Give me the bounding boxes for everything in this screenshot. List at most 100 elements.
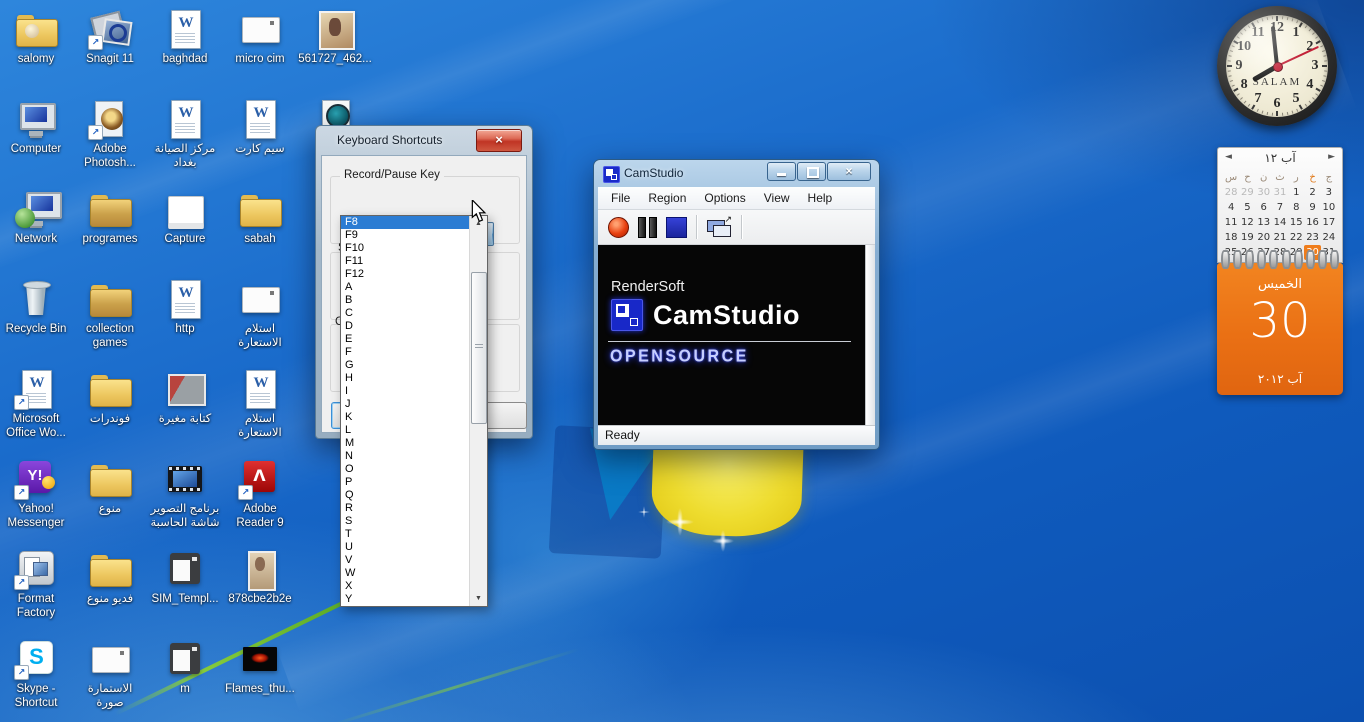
dropdown-item-u[interactable]: U: [341, 541, 487, 554]
desktop-icon-http[interactable]: http: [147, 278, 223, 337]
dropdown-item-i[interactable]: I: [341, 385, 487, 398]
desktop-icon-munawwa[interactable]: منوع: [72, 458, 148, 517]
desktop-icon-barnamij-altaswir[interactable]: برنامج التصوير شاشة الحاسبة: [147, 458, 223, 530]
scrollbar-thumb[interactable]: [471, 272, 487, 424]
pause-button[interactable]: [638, 217, 657, 238]
calendar-date-cell[interactable]: 5: [1239, 200, 1255, 215]
calendar-date-cell[interactable]: 7: [1272, 200, 1288, 215]
desktop-icon-561727-462[interactable]: 561727_462...: [297, 8, 373, 67]
desktop-icon-capture[interactable]: Capture: [147, 188, 223, 247]
dropdown-item-q[interactable]: Q: [341, 489, 487, 502]
calendar-date-cell[interactable]: 18: [1223, 230, 1239, 245]
maximize-button[interactable]: [797, 162, 826, 181]
desktop-icon-istilam-alistiara-2[interactable]: استلام الاستعارة: [222, 368, 298, 440]
desktop-icon-fawndarat[interactable]: فوندرات: [72, 368, 148, 427]
desktop-icon-sabah[interactable]: sabah: [222, 188, 298, 247]
menu-help[interactable]: Help: [799, 189, 842, 207]
dropdown-item-y[interactable]: Y: [341, 593, 487, 606]
desktop-icon-878cbe2b2e[interactable]: 878cbe2b2e: [222, 548, 298, 607]
calendar-date-cell[interactable]: 10: [1321, 200, 1337, 215]
desktop-icon-adobe-photoshop[interactable]: ↗Adobe Photosh...: [72, 98, 148, 170]
dropdown-scrollbar[interactable]: ▲ ▼: [469, 216, 487, 606]
calendar-date-cell[interactable]: 13: [1256, 215, 1272, 230]
dropdown-item-n[interactable]: N: [341, 450, 487, 463]
dropdown-item-e[interactable]: E: [341, 333, 487, 346]
dropdown-item-f10[interactable]: F10: [341, 242, 487, 255]
calendar-date-cell[interactable]: 1: [1288, 185, 1304, 200]
calendar-date-cell[interactable]: 6: [1256, 200, 1272, 215]
dropdown-item-o[interactable]: O: [341, 463, 487, 476]
desktop-icon-kitaba-mughira[interactable]: كتابة مغيرة: [147, 368, 223, 427]
desktop-icon-sim-templ[interactable]: SIM_Templ...: [147, 548, 223, 607]
dropdown-item-l[interactable]: L: [341, 424, 487, 437]
dropdown-item-j[interactable]: J: [341, 398, 487, 411]
dropdown-item-h[interactable]: H: [341, 372, 487, 385]
dropdown-item-c[interactable]: C: [341, 307, 487, 320]
menu-options[interactable]: Options: [695, 189, 754, 207]
dropdown-item-p[interactable]: P: [341, 476, 487, 489]
clock-gadget[interactable]: 123456789101112 SALAM: [1217, 6, 1337, 126]
calendar-date-cell[interactable]: 21: [1272, 230, 1288, 245]
desktop-icon-snagit-11[interactable]: ↗Snagit 11: [72, 8, 148, 67]
calendar-date-cell[interactable]: 3: [1321, 185, 1337, 200]
calendar-date-cell[interactable]: 17: [1321, 215, 1337, 230]
minimize-button[interactable]: [767, 162, 796, 181]
desktop-icon-m[interactable]: m: [147, 638, 223, 697]
calendar-date-cell[interactable]: 12: [1239, 215, 1255, 230]
calendar-date-cell[interactable]: 9: [1304, 200, 1320, 215]
dropdown-item-f[interactable]: F: [341, 346, 487, 359]
desktop-icon-skype-shortcut[interactable]: ↗Skype - Shortcut: [0, 638, 74, 710]
dropdown-item-m[interactable]: M: [341, 437, 487, 450]
desktop-icon-format-factory[interactable]: ↗Format Factory: [0, 548, 74, 620]
calendar-date-cell[interactable]: 4: [1223, 200, 1239, 215]
record-button[interactable]: [608, 217, 629, 238]
dropdown-item-f12[interactable]: F12: [341, 268, 487, 281]
dropdown-item-w[interactable]: W: [341, 567, 487, 580]
dropdown-item-a[interactable]: A: [341, 281, 487, 294]
calendar-next-icon[interactable]: ►: [1328, 152, 1335, 162]
calendar-date-cell[interactable]: 2: [1304, 185, 1320, 200]
calendar-date-cell[interactable]: 29: [1239, 185, 1255, 200]
calendar-date-cell[interactable]: 23: [1304, 230, 1320, 245]
desktop-icon-alistimara-sura[interactable]: الاستمارة صورة: [72, 638, 148, 710]
desktop-icon-programes[interactable]: programes: [72, 188, 148, 247]
stop-button[interactable]: [666, 217, 687, 238]
vertical-scrollbar[interactable]: [865, 245, 875, 425]
dropdown-item-f8[interactable]: F8: [341, 216, 487, 229]
menu-region[interactable]: Region: [639, 189, 695, 207]
dropdown-item-k[interactable]: K: [341, 411, 487, 424]
desktop-icon-istilam-alistiara-1[interactable]: استلام الاستعارة: [222, 278, 298, 350]
close-button[interactable]: ×: [827, 162, 871, 181]
desktop-icon-salomy[interactable]: salomy: [0, 8, 74, 67]
dropdown-item-v[interactable]: V: [341, 554, 487, 567]
desktop-icon-network[interactable]: Network: [0, 188, 74, 247]
dialog-close-button[interactable]: ×: [476, 129, 522, 152]
desktop-icon-flames-thu[interactable]: Flames_thu...: [222, 638, 298, 697]
desktop-icon-fidyo-munawwa[interactable]: فديو منوع: [72, 548, 148, 607]
desktop-icon-markaz-alsiyana[interactable]: مركز الصيانة بغداد: [147, 98, 223, 170]
dropdown-item-f9[interactable]: F9: [341, 229, 487, 242]
calendar-date-cell[interactable]: 14: [1272, 215, 1288, 230]
desktop-icon-computer[interactable]: Computer: [0, 98, 74, 157]
calendar-date-cell[interactable]: 11: [1223, 215, 1239, 230]
dropdown-item-f11[interactable]: F11: [341, 255, 487, 268]
desktop-icon-recycle-bin[interactable]: Recycle Bin: [0, 278, 74, 337]
calendar-date-cell[interactable]: 15: [1288, 215, 1304, 230]
desktop-icon-micro-cim[interactable]: micro cim: [222, 8, 298, 67]
menu-file[interactable]: File: [602, 189, 639, 207]
calendar-date-cell[interactable]: 16: [1304, 215, 1320, 230]
cascade-windows-button[interactable]: ↗: [706, 217, 732, 237]
desktop-icon-yahoo-messenger[interactable]: ↗Yahoo! Messenger: [0, 458, 74, 530]
dropdown-item-g[interactable]: G: [341, 359, 487, 372]
calendar-date-cell[interactable]: 22: [1288, 230, 1304, 245]
dropdown-item-x[interactable]: X: [341, 580, 487, 593]
desktop-icon-adobe-reader-9[interactable]: ↗Adobe Reader 9: [222, 458, 298, 530]
dropdown-item-t[interactable]: T: [341, 528, 487, 541]
menu-view[interactable]: View: [755, 189, 799, 207]
camstudio-titlebar[interactable]: CamStudio ×: [594, 160, 879, 187]
dropdown-item-s[interactable]: S: [341, 515, 487, 528]
desktop-icon-microsoft-office-word[interactable]: ↗Microsoft Office Wo...: [0, 368, 74, 440]
dropdown-item-d[interactable]: D: [341, 320, 487, 333]
calendar-date-cell[interactable]: 28: [1223, 185, 1239, 200]
calendar-date-cell[interactable]: 19: [1239, 230, 1255, 245]
